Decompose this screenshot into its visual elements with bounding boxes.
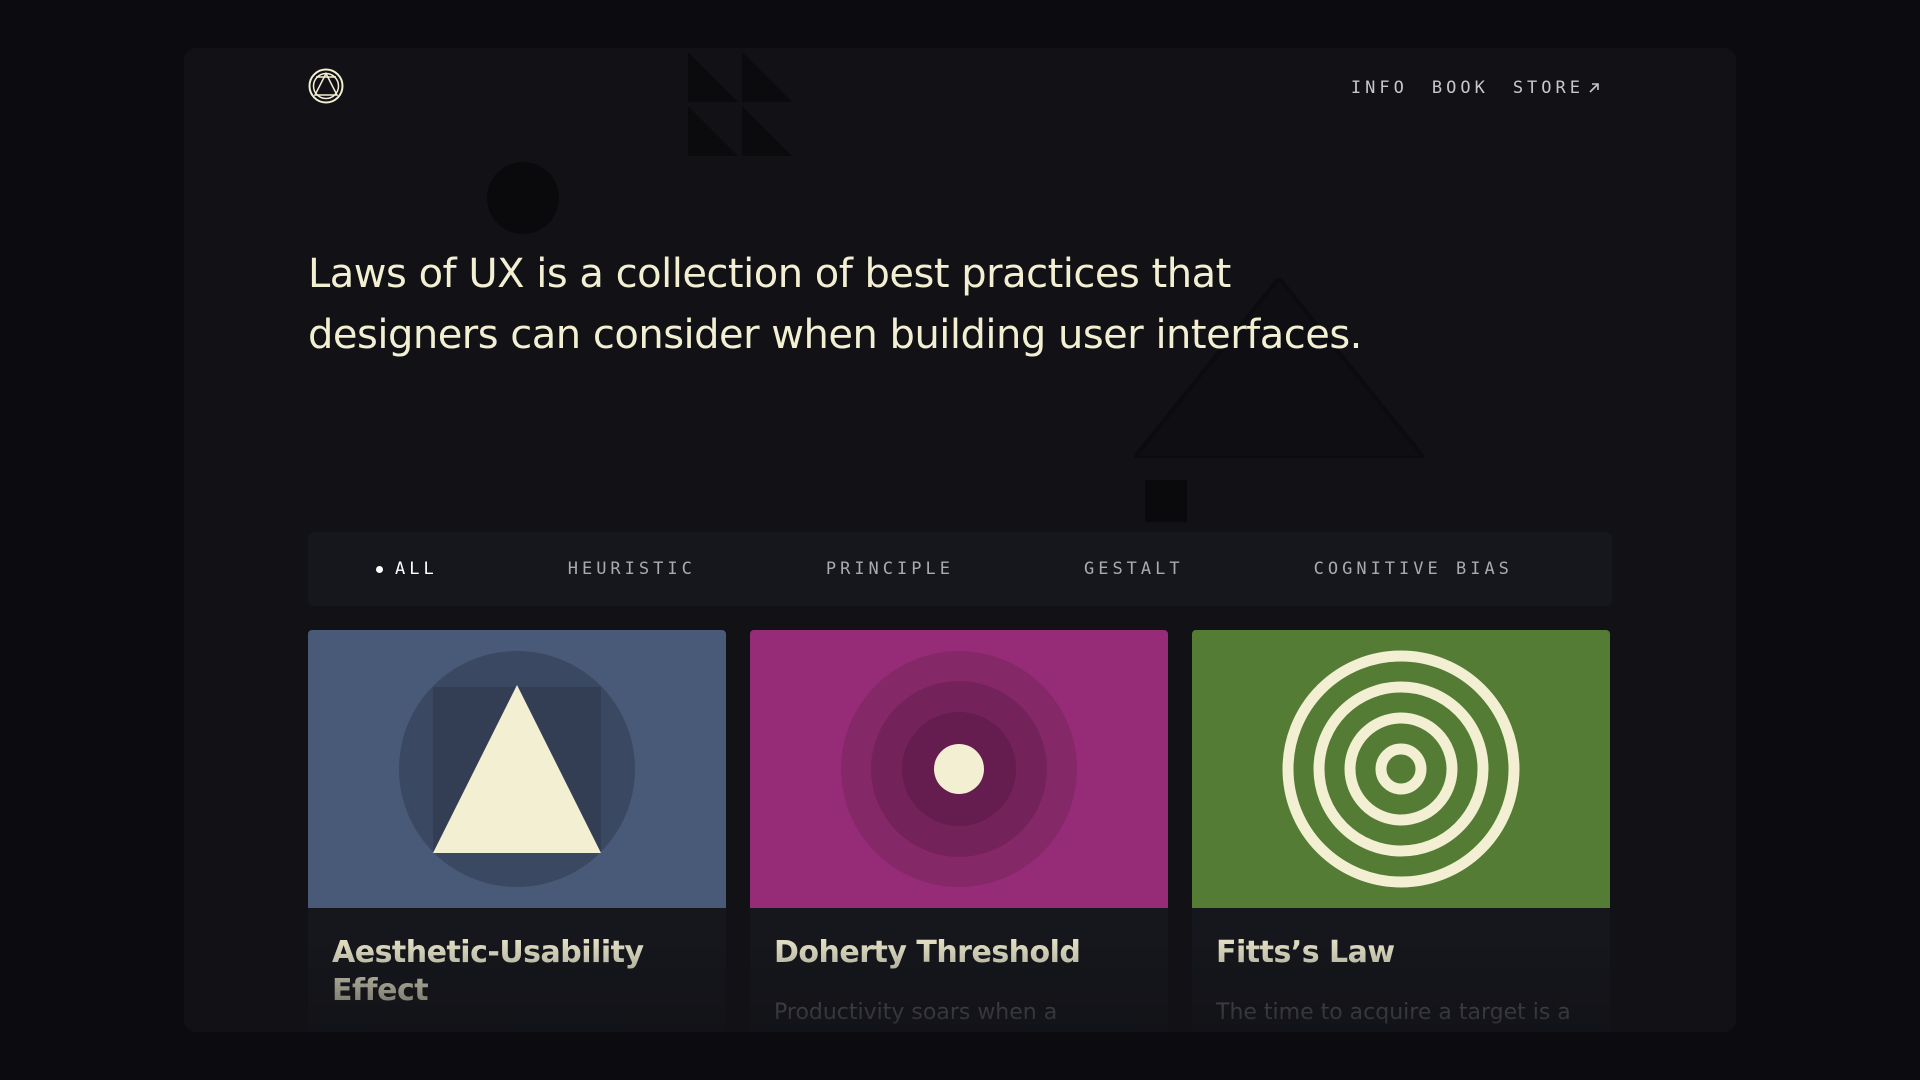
filter-cognitive-bias-label: COGNITIVE BIAS: [1313, 559, 1513, 579]
nav-book-link[interactable]: BOOK: [1432, 78, 1489, 98]
filter-gestalt[interactable]: GESTALT: [1084, 559, 1184, 579]
card-doherty-threshold[interactable]: Doherty Threshold Productivity soars whe…: [750, 630, 1168, 1032]
law-cards-grid: Aesthetic-Usability Effect Doherty Thres…: [308, 630, 1612, 1032]
background-square-decoration: [1145, 480, 1187, 522]
logo-icon[interactable]: [308, 68, 344, 104]
filter-principle-label: PRINCIPLE: [825, 559, 954, 579]
filter-heuristic-label: HEURISTIC: [567, 559, 696, 579]
nav-info-label: INFO: [1350, 78, 1408, 98]
filter-gestalt-label: GESTALT: [1083, 559, 1184, 579]
arrow-up-right-icon: [1589, 83, 1599, 93]
filter-heuristic[interactable]: HEURISTIC: [568, 559, 696, 579]
card-art: [750, 630, 1168, 908]
nav-store-link[interactable]: STORE: [1513, 78, 1600, 98]
target-rings-icon: [1282, 650, 1520, 888]
hero-text: Laws of UX is a collection of best pract…: [308, 251, 1362, 358]
nav-book-label: BOOK: [1431, 78, 1489, 98]
triangle-in-circle-icon: [399, 651, 635, 887]
nav-store-label: STORE: [1512, 78, 1584, 98]
card-title: Fitts’s Law: [1216, 935, 1395, 970]
filter-principle[interactable]: PRINCIPLE: [826, 559, 954, 579]
card-title: Aesthetic-Usability Effect: [332, 935, 644, 1008]
card-fitts-law[interactable]: Fitts’s Law The time to acquire a target…: [1192, 630, 1610, 1032]
nav-info-link[interactable]: INFO: [1351, 78, 1408, 98]
card-art: [308, 630, 726, 908]
card-description: Productivity soars when a: [774, 1000, 1058, 1025]
filter-all-label: ALL: [395, 559, 438, 579]
top-nav: INFO BOOK STORE: [1351, 78, 1600, 98]
page-window: INFO BOOK STORE Laws of UX is a collecti…: [184, 48, 1736, 1032]
card-art: [1192, 630, 1610, 908]
background-circle-decoration: [487, 162, 559, 234]
background-triangles-decoration: [688, 52, 792, 156]
filter-cognitive-bias[interactable]: COGNITIVE BIAS: [1314, 559, 1513, 579]
concentric-dot-icon: [841, 651, 1077, 887]
card-description: The time to acquire a target is a: [1216, 1000, 1571, 1025]
card-title: Doherty Threshold: [774, 935, 1081, 970]
filter-all[interactable]: ALL: [376, 559, 438, 579]
active-dot-icon: [376, 565, 383, 573]
category-filter-bar: ALL HEURISTIC PRINCIPLE GESTALT COGNITIV…: [308, 532, 1612, 606]
card-aesthetic-usability[interactable]: Aesthetic-Usability Effect: [308, 630, 726, 1032]
